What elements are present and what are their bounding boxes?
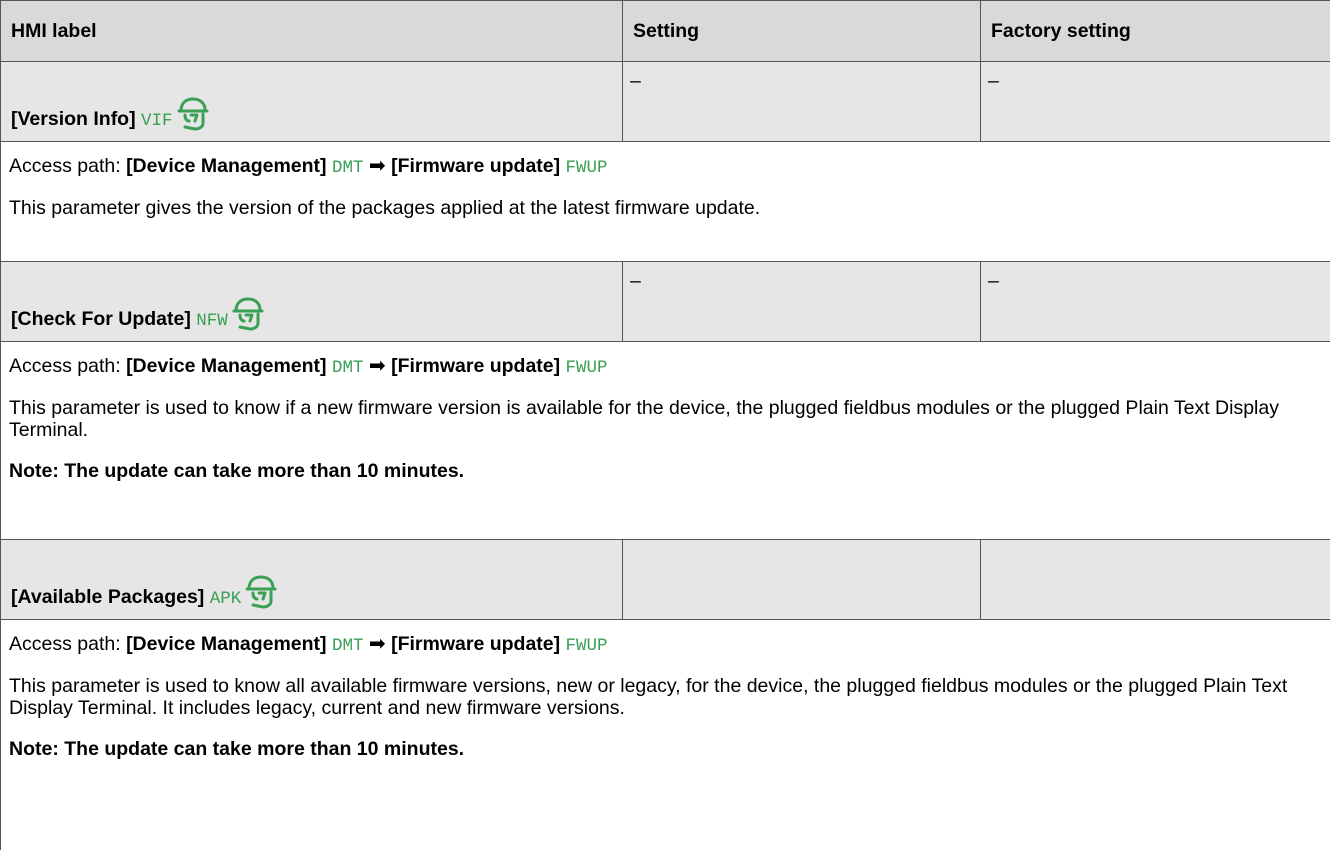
param-description-cell: Access path: [Device Management] DMT ➡ [… <box>1 142 1330 262</box>
param-code: VIF <box>141 111 173 131</box>
param-row-check-for-update: [Check For Update] NFW – – <box>1 262 1330 342</box>
access-menu-device-management: [Device Management] <box>126 355 326 377</box>
param-label-cell: [Check For Update] NFW <box>1 262 623 342</box>
param-description: This parameter is used to know all avail… <box>9 657 1322 719</box>
access-menu-device-management: [Device Management] <box>126 155 326 177</box>
param-note: Note: The update can take more than 10 m… <box>9 719 1322 760</box>
access-path-prefix: Access path: <box>9 355 121 377</box>
access-path-prefix: Access path: <box>9 633 121 655</box>
param-desc-row: Access path: [Device Management] DMT ➡ [… <box>1 620 1330 850</box>
access-code-fwup: FWUP <box>566 636 608 656</box>
param-label: [Check For Update] <box>11 308 191 330</box>
header-hmi-label: HMI label <box>1 1 623 62</box>
arrow-right-icon: ➡ <box>369 355 386 377</box>
access-code-fwup: FWUP <box>566 358 608 378</box>
param-desc-row: Access path: [Device Management] DMT ➡ [… <box>1 342 1330 540</box>
param-label: [Available Packages] <box>11 586 204 608</box>
param-description: This parameter gives the version of the … <box>9 179 1322 219</box>
header-row: HMI label Setting Factory setting <box>1 1 1330 62</box>
access-code-dmt: DMT <box>332 358 364 378</box>
param-factory-setting: – <box>981 62 1330 142</box>
param-row-version-info: [Version Info] VIF – – <box>1 62 1330 142</box>
param-label-cell: [Version Info] VIF <box>1 62 623 142</box>
param-code: NFW <box>196 311 228 331</box>
arrow-right-icon: ➡ <box>369 633 386 655</box>
access-code-dmt: DMT <box>332 636 364 656</box>
param-description-cell: Access path: [Device Management] DMT ➡ [… <box>1 342 1330 540</box>
param-description-cell: Access path: [Device Management] DMT ➡ [… <box>1 620 1330 850</box>
access-path-prefix: Access path: <box>9 155 121 177</box>
arrow-right-icon: ➡ <box>369 155 386 177</box>
access-path: Access path: [Device Management] DMT ➡ [… <box>9 342 1322 379</box>
expert-user-icon <box>175 97 209 137</box>
param-label-cell: [Available Packages] APK <box>1 540 623 620</box>
header-setting: Setting <box>623 1 981 62</box>
param-note: Note: The update can take more than 10 m… <box>9 441 1322 482</box>
access-menu-firmware-update: [Firmware update] <box>391 355 560 377</box>
param-code: APK <box>210 589 242 609</box>
expert-user-icon <box>243 575 277 615</box>
expert-user-icon <box>230 297 264 337</box>
access-path: Access path: [Device Management] DMT ➡ [… <box>9 620 1322 657</box>
param-row-available-packages: [Available Packages] APK <box>1 540 1330 620</box>
access-code-dmt: DMT <box>332 158 364 178</box>
access-menu-device-management: [Device Management] <box>126 633 326 655</box>
param-setting <box>623 540 981 620</box>
param-factory-setting: – <box>981 262 1330 342</box>
param-desc-row: Access path: [Device Management] DMT ➡ [… <box>1 142 1330 262</box>
access-menu-firmware-update: [Firmware update] <box>391 155 560 177</box>
access-code-fwup: FWUP <box>566 158 608 178</box>
param-factory-setting <box>981 540 1330 620</box>
parameter-table: HMI label Setting Factory setting [Versi… <box>0 0 1330 850</box>
access-menu-firmware-update: [Firmware update] <box>391 633 560 655</box>
access-path: Access path: [Device Management] DMT ➡ [… <box>9 142 1322 179</box>
param-setting: – <box>623 262 981 342</box>
header-factory-setting: Factory setting <box>981 1 1330 62</box>
param-setting: – <box>623 62 981 142</box>
param-description: This parameter is used to know if a new … <box>9 379 1322 441</box>
param-label: [Version Info] <box>11 108 136 130</box>
